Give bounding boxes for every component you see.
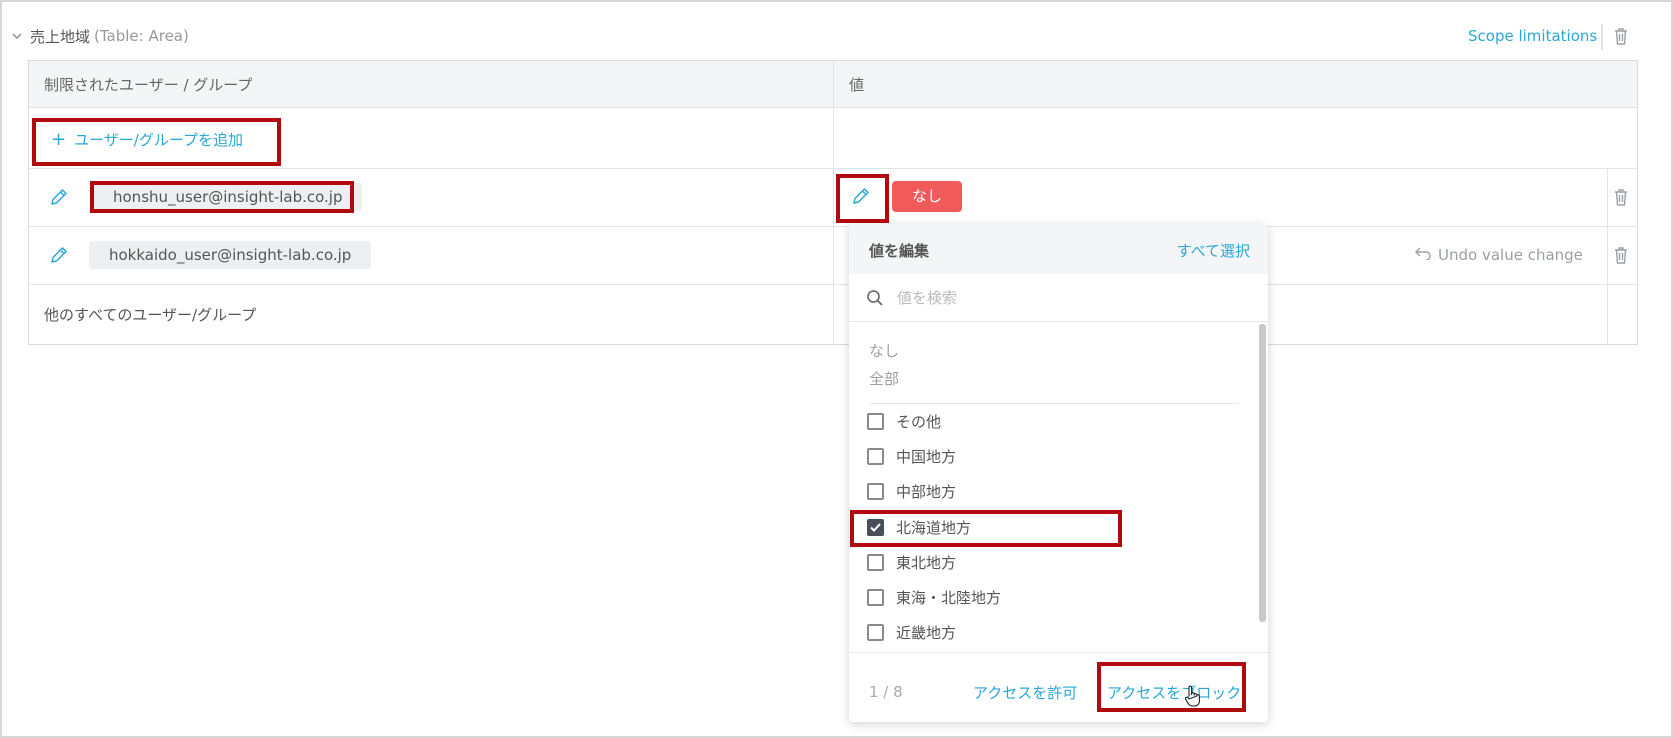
- option-label: 中部地方: [896, 482, 957, 501]
- option-checkbox-item[interactable]: 近畿地方: [867, 621, 956, 643]
- option-label: 近畿地方: [896, 623, 957, 642]
- section-header[interactable]: 売上地域 (Table: Area): [12, 24, 189, 48]
- highlight-box: [90, 181, 354, 213]
- option-checkbox-item[interactable]: 中国地方: [867, 445, 956, 467]
- row-divider: [29, 226, 1637, 227]
- hand-cursor-icon: [1184, 685, 1202, 711]
- checkbox[interactable]: [867, 482, 884, 500]
- row-divider: [29, 168, 1637, 169]
- value-badge-none[interactable]: なし: [892, 181, 962, 212]
- option-checkbox-item[interactable]: 中部地方: [867, 480, 956, 502]
- search-input[interactable]: [897, 286, 1237, 310]
- trash-icon[interactable]: [1613, 188, 1629, 206]
- search-icon: [866, 289, 884, 311]
- section-title: 売上地域: [30, 27, 91, 46]
- select-all-button[interactable]: すべて選択: [1177, 240, 1250, 261]
- highlight-box: [32, 118, 281, 166]
- selection-count: 1 / 8: [869, 683, 903, 701]
- checkbox[interactable]: [867, 412, 884, 430]
- allow-access-button[interactable]: アクセスを許可: [973, 682, 1077, 703]
- scope-limitations-link[interactable]: Scope limitations: [1468, 27, 1597, 45]
- option-checkbox-item[interactable]: その他: [867, 410, 941, 432]
- edit-values-popup: 値を編集 すべて選択 なし 全部 その他 中国地方 中部地方 北海道地方 東北地…: [849, 224, 1268, 722]
- search-bar: [849, 274, 1268, 322]
- undo-label: Undo value change: [1438, 246, 1583, 264]
- highlight-box: [850, 510, 1122, 547]
- checkbox[interactable]: [867, 623, 884, 641]
- popup-title: 値を編集: [869, 242, 930, 260]
- edit-user-pencil-icon[interactable]: [49, 245, 69, 265]
- trash-icon[interactable]: [1613, 246, 1629, 264]
- column-divider: [1607, 168, 1608, 344]
- option-label: その他: [896, 412, 942, 431]
- column-divider: [833, 61, 834, 344]
- divider: [1601, 24, 1603, 50]
- highlight-box: [836, 174, 889, 223]
- option-all[interactable]: 全部: [869, 368, 899, 389]
- row-divider: [29, 284, 1637, 285]
- edit-user-pencil-icon[interactable]: [49, 187, 69, 207]
- checkbox[interactable]: [867, 588, 884, 606]
- user-chip: hokkaido_user@insight-lab.co.jp: [89, 241, 372, 269]
- chevron-down-icon[interactable]: [12, 30, 24, 43]
- table-note: (Table: Area): [94, 27, 189, 45]
- column-header-users: 制限されたユーザー / グループ: [44, 76, 253, 94]
- checkbox[interactable]: [867, 553, 884, 571]
- divider: [869, 403, 1239, 404]
- undo-value-change-button[interactable]: Undo value change: [1414, 246, 1583, 264]
- column-header-value: 値: [849, 76, 865, 94]
- trash-icon[interactable]: [1613, 27, 1629, 49]
- option-label: 東海・北陸地方: [896, 588, 1002, 607]
- option-label: 中国地方: [896, 447, 957, 466]
- highlight-box: [1097, 662, 1246, 712]
- undo-icon: [1414, 246, 1432, 264]
- scrollbar[interactable]: [1259, 324, 1266, 622]
- option-label: 東北地方: [896, 553, 957, 572]
- checkbox[interactable]: [867, 447, 884, 465]
- popup-header: 値を編集 すべて選択: [849, 224, 1268, 274]
- option-checkbox-item[interactable]: 東北地方: [867, 551, 956, 573]
- option-none[interactable]: なし: [869, 340, 899, 361]
- others-label: 他のすべてのユーザー/グループ: [44, 306, 257, 324]
- option-checkbox-item[interactable]: 東海・北陸地方: [867, 586, 1001, 608]
